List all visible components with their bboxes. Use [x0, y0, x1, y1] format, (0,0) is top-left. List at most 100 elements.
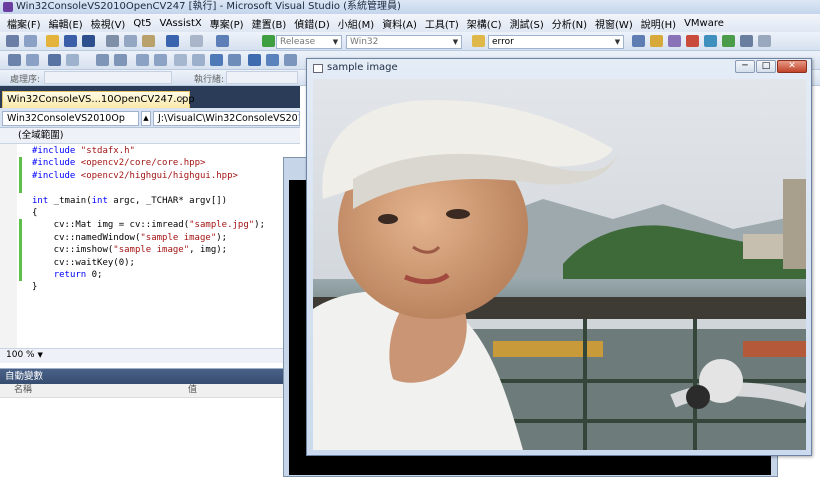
- minimize-button[interactable]: ─: [735, 60, 755, 73]
- code-token: cv::imshow(: [32, 245, 114, 256]
- menu-item[interactable]: 資料(A): [378, 16, 421, 31]
- code-token: cv::waitKey(0);: [32, 257, 135, 268]
- scope-bar[interactable]: (全域範圍): [0, 128, 300, 144]
- menu-item[interactable]: 工具(T): [421, 16, 463, 31]
- code-editor[interactable]: #include "stdafx.h" #include <opencv2/cor…: [0, 144, 300, 348]
- start-debug-icon[interactable]: [262, 35, 275, 47]
- step-over-icon[interactable]: [26, 54, 39, 66]
- solution-config-select[interactable]: Release ▼: [276, 35, 342, 49]
- menu-item[interactable]: 檢視(V): [87, 16, 130, 31]
- save-all-icon[interactable]: [82, 35, 95, 47]
- code-token: );: [254, 220, 266, 231]
- bookmark-icon[interactable]: [174, 54, 187, 66]
- save-icon[interactable]: [64, 35, 77, 47]
- zoom-bar[interactable]: 100 % ▼: [0, 348, 300, 363]
- menu-item[interactable]: 說明(H): [637, 16, 680, 31]
- close-button[interactable]: ✕: [777, 60, 807, 73]
- menu-item[interactable]: VAssistX: [156, 18, 206, 29]
- menu-item[interactable]: 專案(P): [206, 16, 248, 31]
- code-token: #include: [32, 158, 81, 169]
- app-icon: [3, 2, 13, 12]
- solution-platform-select[interactable]: Win32 ▼: [346, 35, 462, 49]
- code-line: #include <opencv2/core/core.hpp>: [32, 157, 265, 169]
- thread-select[interactable]: [226, 71, 298, 84]
- code-token: <opencv2/core/core.hpp>: [80, 158, 206, 169]
- locals-icon[interactable]: [284, 54, 297, 66]
- uncomment-icon[interactable]: [154, 54, 167, 66]
- code-token: #include: [32, 146, 81, 156]
- code-token: int: [32, 195, 49, 206]
- clear-bookmark-icon[interactable]: [228, 54, 241, 66]
- code-token: {: [32, 207, 38, 218]
- menu-item[interactable]: 小組(M): [334, 16, 378, 31]
- menu-item[interactable]: 視窗(W): [591, 16, 637, 31]
- code-token: <opencv2/highgui/highgui.hpp>: [80, 170, 238, 181]
- editor-gutter: [0, 144, 17, 348]
- undo-icon[interactable]: [166, 35, 179, 47]
- menu-item[interactable]: 測試(S): [506, 16, 548, 31]
- code-token: cv::namedWindow(: [32, 232, 141, 243]
- autos-column-header: 名稱 值: [0, 384, 300, 398]
- autos-panel: 自動變數 名稱 值: [0, 368, 300, 484]
- sample-image-window[interactable]: sample image ─ □ ✕: [306, 58, 812, 456]
- tab-main-cpp[interactable]: Win32ConsoleVS...10OpenCV247.cpp ✕: [2, 91, 195, 108]
- process-select[interactable]: [44, 71, 172, 84]
- find-icon[interactable]: [472, 35, 485, 47]
- solution-explorer-icon[interactable]: [650, 35, 663, 47]
- code-token: "stdafx.h": [80, 146, 135, 156]
- next-bookmark-icon[interactable]: [210, 54, 223, 66]
- window-icon[interactable]: [740, 35, 753, 47]
- code-text[interactable]: #include "stdafx.h" #include <opencv2/cor…: [32, 145, 265, 294]
- thread-label: 執行緒:: [194, 75, 225, 85]
- outdent-icon[interactable]: [114, 54, 127, 66]
- redo-icon[interactable]: [190, 35, 203, 47]
- close-icon[interactable]: ✕: [178, 92, 186, 108]
- menu-item[interactable]: 偵錯(D): [290, 16, 334, 31]
- find-in-files-icon[interactable]: [632, 35, 645, 47]
- toolbox-icon[interactable]: [686, 35, 699, 47]
- find-combo[interactable]: error ▼: [488, 35, 624, 49]
- menu-item[interactable]: 檔案(F): [3, 16, 45, 31]
- chevron-down-icon[interactable]: ▲: [141, 111, 151, 126]
- change-bar: [19, 157, 22, 193]
- code-token: 0;: [86, 269, 103, 280]
- indent-icon[interactable]: [96, 54, 109, 66]
- maximize-button[interactable]: □: [756, 60, 776, 73]
- step-into-icon[interactable]: [8, 54, 21, 66]
- menu-item[interactable]: Qt5: [129, 18, 155, 29]
- menu-item[interactable]: 建置(B): [248, 16, 291, 31]
- paste-icon[interactable]: [142, 35, 155, 47]
- prev-bookmark-icon[interactable]: [192, 54, 205, 66]
- code-token: );: [216, 232, 228, 243]
- hex-display-icon[interactable]: [66, 54, 79, 66]
- add-item-icon[interactable]: [24, 35, 37, 47]
- cut-icon[interactable]: [106, 35, 119, 47]
- copy-icon[interactable]: [124, 35, 137, 47]
- process-label: 處理序:: [10, 75, 41, 85]
- sample-photo: [313, 79, 806, 450]
- chevron-down-icon: ▼: [614, 38, 621, 46]
- step-out-icon[interactable]: [48, 54, 61, 66]
- project-dropdown[interactable]: Win32ConsoleVS2010Op: [2, 111, 139, 126]
- open-icon[interactable]: [46, 35, 59, 47]
- menu-item[interactable]: 分析(N): [548, 16, 591, 31]
- menu-item[interactable]: 編輯(E): [45, 16, 87, 31]
- code-line: cv::Mat img = cv::imread("sample.jpg");: [32, 219, 265, 231]
- menu-item[interactable]: VMware: [680, 18, 728, 29]
- properties-icon[interactable]: [668, 35, 681, 47]
- comment-icon[interactable]: [136, 54, 149, 66]
- start-page-icon[interactable]: [722, 35, 735, 47]
- breakpoint-icon[interactable]: [248, 54, 261, 66]
- code-line: {: [32, 207, 265, 219]
- code-line: return 0;: [32, 269, 265, 281]
- file-dropdown[interactable]: J:\VisualC\Win32ConsoleVS2010: [153, 111, 300, 126]
- document-tab-strip: Win32ConsoleVS...10OpenCV247.cpp ✕: [0, 86, 300, 108]
- class-view-icon[interactable]: [704, 35, 717, 47]
- new-project-icon[interactable]: [6, 35, 19, 47]
- menu-item[interactable]: 架構(C): [463, 16, 506, 31]
- navigate-backward-icon[interactable]: [216, 35, 229, 47]
- toolbar-options-icon[interactable]: [758, 35, 771, 47]
- standard-toolbar: Release ▼ Win32 ▼ error ▼: [0, 32, 820, 51]
- watch-icon[interactable]: [266, 54, 279, 66]
- code-line: cv::waitKey(0);: [32, 257, 265, 269]
